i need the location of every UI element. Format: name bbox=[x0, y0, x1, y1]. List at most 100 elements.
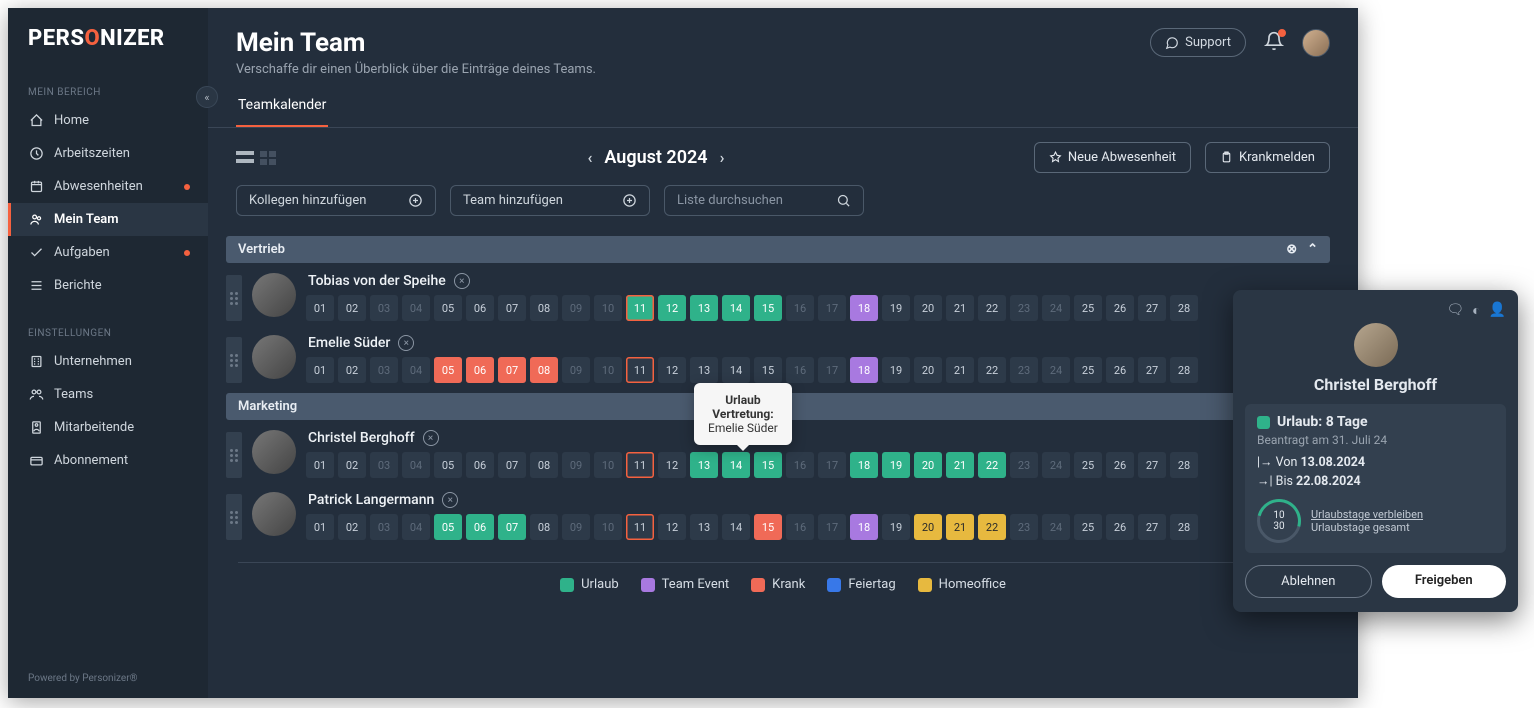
view-toggle[interactable] bbox=[236, 151, 278, 165]
grid-view-icon[interactable] bbox=[260, 151, 278, 165]
calendar-day[interactable]: 02 bbox=[338, 514, 366, 540]
calendar-day[interactable]: 23 bbox=[1010, 357, 1038, 383]
calendar-day[interactable]: 26 bbox=[1106, 514, 1134, 540]
member-avatar[interactable] bbox=[252, 430, 296, 474]
calendar-day[interactable]: 18 bbox=[850, 295, 878, 321]
calendar-day[interactable]: 11 bbox=[626, 357, 654, 383]
sidebar-item-abwesenheiten[interactable]: Abwesenheiten bbox=[8, 170, 208, 203]
remove-member-button[interactable]: × bbox=[442, 492, 458, 508]
drag-handle[interactable] bbox=[226, 494, 242, 540]
calendar-day[interactable]: 27 bbox=[1138, 452, 1166, 478]
tab-teamcalendar[interactable]: Teamkalender bbox=[236, 87, 328, 127]
next-month-button[interactable]: › bbox=[720, 148, 725, 167]
calendar-day[interactable]: 15 bbox=[754, 452, 782, 478]
calendar-day[interactable]: 15 bbox=[754, 357, 782, 383]
calendar-day[interactable]: 23 bbox=[1010, 295, 1038, 321]
prev-month-button[interactable]: ‹ bbox=[587, 148, 592, 167]
sidebar-item-mitarbeitende[interactable]: Mitarbeitende bbox=[8, 411, 208, 444]
calendar-day[interactable]: 26 bbox=[1106, 357, 1134, 383]
calendar-day[interactable]: 07 bbox=[498, 452, 526, 478]
calendar-day[interactable]: 24 bbox=[1042, 295, 1070, 321]
calendar-day[interactable]: 09 bbox=[562, 452, 590, 478]
drag-handle[interactable] bbox=[226, 337, 242, 383]
calendar-day[interactable]: 08 bbox=[530, 295, 558, 321]
calendar-day[interactable]: 02 bbox=[338, 357, 366, 383]
calendar-day[interactable]: 19 bbox=[882, 452, 910, 478]
calendar-day[interactable]: 18 bbox=[850, 452, 878, 478]
calendar-day[interactable]: 06 bbox=[466, 357, 494, 383]
sidebar-item-arbeitszeiten[interactable]: Arbeitszeiten bbox=[8, 137, 208, 170]
calendar-day[interactable]: 24 bbox=[1042, 452, 1070, 478]
calendar-day[interactable]: 23 bbox=[1010, 514, 1038, 540]
sidebar-item-aufgaben[interactable]: Aufgaben bbox=[8, 236, 208, 269]
calendar-day[interactable]: 03 bbox=[370, 514, 398, 540]
support-button[interactable]: Support bbox=[1150, 28, 1246, 57]
approve-button[interactable]: Freigeben bbox=[1382, 565, 1507, 598]
calendar-day[interactable]: 19 bbox=[882, 357, 910, 383]
add-team-button[interactable]: Team hinzufügen bbox=[450, 185, 650, 216]
calendar-day[interactable]: 19 bbox=[882, 514, 910, 540]
list-view-icon[interactable] bbox=[236, 151, 254, 165]
person-icon[interactable]: 👤 bbox=[1489, 302, 1506, 319]
calendar-day[interactable]: 01 bbox=[306, 452, 334, 478]
calendar-day[interactable]: 04 bbox=[402, 452, 430, 478]
calendar-day[interactable]: 06 bbox=[466, 452, 494, 478]
calendar-day[interactable]: 16 bbox=[786, 452, 814, 478]
calendar-day[interactable]: 17 bbox=[818, 357, 846, 383]
sidebar-item-home[interactable]: Home bbox=[8, 104, 208, 137]
calendar-day[interactable]: 16 bbox=[786, 514, 814, 540]
sidebar-item-unternehmen[interactable]: Unternehmen bbox=[8, 345, 208, 378]
calendar-day[interactable]: 19 bbox=[882, 295, 910, 321]
calendar-day[interactable]: 06 bbox=[466, 514, 494, 540]
calendar-day[interactable]: 05 bbox=[434, 452, 462, 478]
calendar-day[interactable]: 25 bbox=[1074, 295, 1102, 321]
calendar-day[interactable]: 09 bbox=[562, 295, 590, 321]
calendar-day[interactable]: 21 bbox=[946, 295, 974, 321]
calendar-day[interactable]: 01 bbox=[306, 295, 334, 321]
calendar-day[interactable]: 04 bbox=[402, 357, 430, 383]
calendar-day[interactable]: 20 bbox=[914, 514, 942, 540]
collapse-icon[interactable]: ⌃ bbox=[1307, 242, 1318, 257]
calendar-day[interactable]: 10 bbox=[594, 514, 622, 540]
member-avatar[interactable] bbox=[252, 335, 296, 379]
calendar-day[interactable]: 26 bbox=[1106, 452, 1134, 478]
calendar-day[interactable]: 03 bbox=[370, 452, 398, 478]
calendar-day[interactable]: 25 bbox=[1074, 514, 1102, 540]
calendar-day[interactable]: 21 bbox=[946, 452, 974, 478]
calendar-day[interactable]: 10 bbox=[594, 357, 622, 383]
calendar-day[interactable]: 12 bbox=[658, 452, 686, 478]
calendar-day[interactable]: 22 bbox=[978, 295, 1006, 321]
calendar-day[interactable]: 25 bbox=[1074, 357, 1102, 383]
drag-handle[interactable] bbox=[226, 275, 242, 321]
calendar-day[interactable]: 09 bbox=[562, 514, 590, 540]
add-colleague-button[interactable]: Kollegen hinzufügen bbox=[236, 185, 436, 216]
calendar-day[interactable]: 05 bbox=[434, 357, 462, 383]
close-icon[interactable]: ⊗ bbox=[1286, 242, 1297, 257]
calendar-day[interactable]: 28 bbox=[1170, 295, 1198, 321]
calendar-day[interactable]: 17 bbox=[818, 295, 846, 321]
calendar-day[interactable]: 18 bbox=[850, 514, 878, 540]
calendar-day[interactable]: 20 bbox=[914, 452, 942, 478]
visibility-icon[interactable]: ◐ bbox=[1472, 302, 1480, 319]
calendar-day[interactable]: 18 bbox=[850, 357, 878, 383]
calendar-day[interactable]: 06 bbox=[466, 295, 494, 321]
calendar-day[interactable]: 10 bbox=[594, 295, 622, 321]
calendar-day[interactable]: 25 bbox=[1074, 452, 1102, 478]
calendar-day[interactable]: 28 bbox=[1170, 514, 1198, 540]
calendar-day[interactable]: 24 bbox=[1042, 514, 1070, 540]
drag-handle[interactable] bbox=[226, 432, 242, 478]
calendar-day[interactable]: 13 bbox=[690, 357, 718, 383]
calendar-day[interactable]: 09 bbox=[562, 357, 590, 383]
calendar-day[interactable]: 14 bbox=[722, 357, 750, 383]
calendar-day[interactable]: 13 bbox=[690, 452, 718, 478]
calendar-day[interactable]: 11 bbox=[626, 452, 654, 478]
calendar-day[interactable]: 02 bbox=[338, 295, 366, 321]
group-header[interactable]: Vertrieb⊗⌃ bbox=[226, 236, 1330, 263]
calendar-day[interactable]: 27 bbox=[1138, 357, 1166, 383]
calendar-day[interactable]: 04 bbox=[402, 514, 430, 540]
calendar-day[interactable]: 15 bbox=[754, 514, 782, 540]
sidebar-item-berichte[interactable]: Berichte bbox=[8, 269, 208, 302]
decline-button[interactable]: Ablehnen bbox=[1245, 565, 1372, 598]
calendar-day[interactable]: 24 bbox=[1042, 357, 1070, 383]
calendar-day[interactable]: 22 bbox=[978, 452, 1006, 478]
